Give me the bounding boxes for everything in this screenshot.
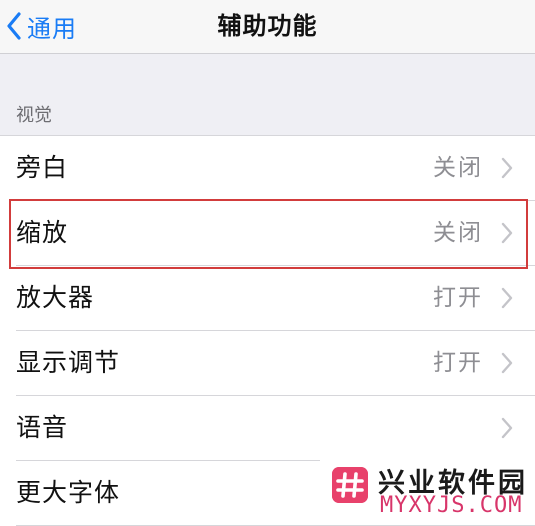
row-speech[interactable]: 语音 <box>0 396 535 461</box>
row-value: 关闭 <box>433 220 483 246</box>
row-label: 放大器 <box>16 283 95 312</box>
row-zoom[interactable]: 缩放 关闭 <box>0 201 535 266</box>
navigation-bar: 通用 辅助功能 <box>0 0 535 54</box>
row-label: 更大字体 <box>16 478 121 507</box>
row-value: 打开 <box>433 350 483 376</box>
row-display-accommodations[interactable]: 显示调节 打开 <box>0 331 535 396</box>
row-value: 关闭 <box>433 155 483 181</box>
section-header: 视觉 <box>16 105 52 126</box>
row-label: 语音 <box>16 413 69 442</box>
hash-logo-icon <box>332 467 368 503</box>
row-magnifier[interactable]: 放大器 打开 <box>0 266 535 331</box>
watermark: 兴业软件园 MYXYJS.COM <box>320 457 535 525</box>
chevron-right-icon <box>501 417 513 439</box>
watermark-url: MYXYJS.COM <box>380 493 523 518</box>
row-voiceover[interactable]: 旁白 关闭 <box>0 136 535 201</box>
row-label: 显示调节 <box>16 348 121 377</box>
chevron-right-icon <box>501 352 513 374</box>
chevron-right-icon <box>501 287 513 309</box>
page-title: 辅助功能 <box>217 12 318 40</box>
chevron-right-icon <box>501 222 513 244</box>
chevron-right-icon <box>501 157 513 179</box>
row-label: 缩放 <box>16 218 69 247</box>
row-value: 打开 <box>433 285 483 311</box>
row-label: 旁白 <box>16 153 69 182</box>
